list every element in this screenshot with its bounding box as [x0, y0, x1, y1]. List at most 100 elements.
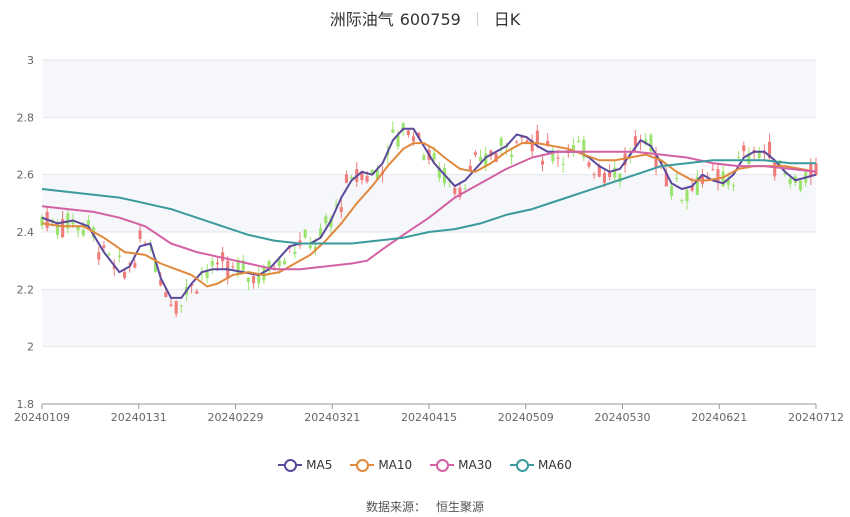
- y-tick-label: 2: [27, 341, 34, 354]
- candle-body: [535, 130, 539, 143]
- candle-body: [773, 160, 777, 177]
- candle-body: [577, 141, 581, 143]
- legend-item-ma30[interactable]: MA30: [430, 458, 492, 472]
- candle-body: [711, 169, 715, 171]
- candle-body: [339, 207, 343, 212]
- candle-body: [102, 245, 106, 248]
- candle-body: [365, 176, 369, 182]
- y-tick-label: 2.6: [17, 169, 35, 182]
- candle-body: [561, 163, 565, 165]
- candle-body: [195, 291, 199, 294]
- candle-body: [592, 174, 596, 176]
- candle-body: [107, 253, 111, 255]
- candle-body: [164, 292, 168, 297]
- candle-body: [406, 130, 410, 135]
- plot-band: [42, 60, 816, 118]
- candle-body: [117, 255, 121, 257]
- candle-body: [551, 153, 555, 162]
- candle-body: [231, 266, 235, 268]
- legend-swatch-ma30: [430, 458, 455, 472]
- candle-body: [814, 163, 818, 176]
- candle-body: [608, 172, 612, 177]
- candle-body: [510, 154, 514, 158]
- candle-body: [308, 245, 312, 248]
- legend-item-ma60[interactable]: MA60: [510, 458, 572, 472]
- legend-swatch-ma5: [278, 458, 303, 472]
- legend-item-ma5[interactable]: MA5: [278, 458, 332, 472]
- candle-body: [515, 141, 519, 143]
- candle-body: [499, 138, 503, 146]
- candle-body: [257, 274, 261, 284]
- candle-body: [138, 230, 142, 239]
- source-label: 数据来源：: [365, 500, 426, 514]
- candle-body: [742, 145, 746, 152]
- candle-body: [246, 277, 250, 282]
- candle-body: [252, 276, 256, 284]
- candle-body: [788, 178, 792, 185]
- y-tick-label: 2.8: [17, 111, 35, 124]
- candle-body: [540, 160, 545, 165]
- candle-body: [169, 304, 173, 306]
- candle-body: [391, 129, 395, 133]
- x-tick-label: 20240229: [208, 411, 264, 424]
- x-tick-label: 20240712: [788, 411, 844, 424]
- y-tick-label: 2.2: [17, 283, 35, 296]
- plot-band: [42, 346, 816, 404]
- legend-item-ma10[interactable]: MA10: [350, 458, 412, 472]
- candle-body: [737, 157, 741, 159]
- x-tick-label: 20240509: [498, 411, 554, 424]
- x-tick-label: 20240131: [111, 411, 167, 424]
- x-tick-label: 20240621: [691, 411, 747, 424]
- candle-body: [293, 251, 297, 255]
- candle-body: [809, 162, 813, 177]
- candle-body: [71, 221, 75, 225]
- candle-body: [798, 180, 803, 191]
- candle-body: [669, 185, 674, 196]
- data-source: 数据来源： 恒生聚源: [0, 498, 850, 515]
- candle-body: [97, 252, 101, 260]
- y-tick-label: 2.4: [17, 226, 35, 239]
- plot-band: [42, 232, 816, 290]
- candle-body: [133, 263, 137, 268]
- candle-body: [303, 229, 307, 238]
- candle-body: [179, 305, 183, 307]
- legend-dot-ma5: [284, 459, 298, 472]
- plot-band: [42, 174, 816, 232]
- source-value: 恒生聚源: [436, 500, 485, 514]
- legend-label-ma5: MA5: [306, 458, 333, 472]
- candle-body: [685, 189, 689, 202]
- candle-body: [556, 157, 560, 159]
- x-tick-label: 20240109: [14, 411, 70, 424]
- plot-band: [42, 289, 816, 347]
- x-tick-label: 20240530: [595, 411, 651, 424]
- candle-body: [210, 261, 214, 266]
- candlestick-chart: 1.8 2 2.2 2.4 2.6 2.8 3 20240109 20240131 2024022…: [14, 54, 844, 424]
- candle-body: [680, 200, 684, 202]
- legend-label-ma30: MA30: [458, 458, 493, 472]
- candle-body: [463, 188, 467, 190]
- candle-body: [587, 162, 591, 167]
- candle-body: [453, 187, 457, 194]
- candle-body: [282, 260, 287, 265]
- legend-dot-ma60: [516, 459, 530, 472]
- candle-body: [716, 169, 720, 183]
- candle-body: [602, 172, 606, 183]
- chart-legend: MA5 MA10 MA30 MA60: [0, 458, 850, 472]
- x-tick-label: 20240415: [401, 411, 457, 424]
- legend-swatch-ma10: [350, 458, 375, 472]
- legend-swatch-ma60: [510, 458, 535, 472]
- legend-label-ma60: MA60: [538, 458, 572, 472]
- candle-body: [344, 174, 348, 183]
- y-tick-label: 3: [27, 54, 34, 67]
- candle-body: [675, 178, 679, 180]
- y-tick-label: 1.8: [17, 398, 35, 411]
- candle-body: [324, 216, 328, 224]
- candle-body: [473, 152, 477, 155]
- candle-body: [277, 260, 281, 267]
- legend-label-ma10: MA10: [378, 458, 413, 472]
- candle-body: [205, 271, 209, 278]
- legend-dot-ma10: [356, 459, 370, 472]
- candle-body: [422, 155, 426, 160]
- candle-body: [721, 171, 725, 187]
- candle-body: [86, 220, 90, 225]
